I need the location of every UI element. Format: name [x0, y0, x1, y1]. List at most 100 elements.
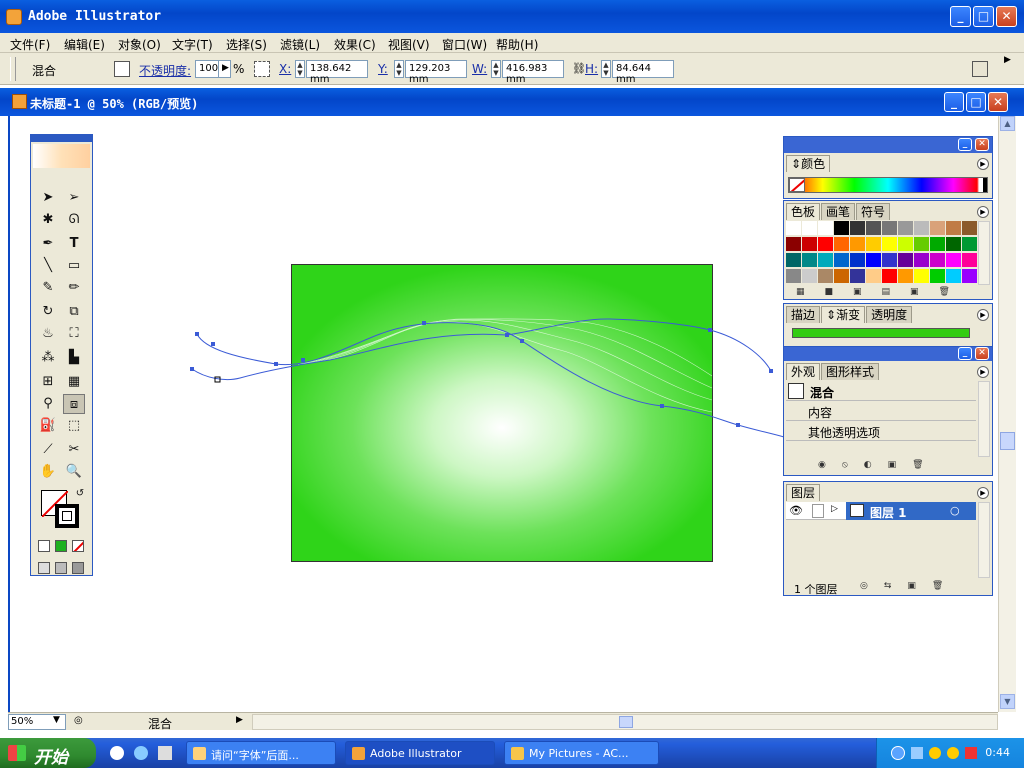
x-spinner-icon[interactable]: ▲ ▼: [295, 60, 305, 78]
color-swatch[interactable]: [914, 253, 929, 267]
doc-close-button[interactable]: ✕: [988, 92, 1008, 112]
color-swatch[interactable]: [930, 269, 945, 283]
opacity-dropdown-arrow-icon[interactable]: ▶: [218, 60, 231, 78]
color-swatch[interactable]: [914, 237, 929, 251]
hand-tool-icon[interactable]: ✋: [37, 462, 59, 482]
line-tool-icon[interactable]: ╲: [37, 256, 59, 276]
pencil-tool-icon[interactable]: ✏: [63, 278, 85, 298]
status-info-icon[interactable]: ◎: [74, 715, 83, 726]
tab-color[interactable]: ⇕颜色: [786, 155, 831, 172]
control-bar-grip[interactable]: [10, 57, 16, 81]
mesh-tool-icon[interactable]: ⊞: [37, 372, 59, 392]
vertical-scrollbar[interactable]: ▲ ▼: [998, 116, 1016, 712]
menu-window[interactable]: 窗口(W): [442, 36, 487, 53]
live-paint-bucket-tool-icon[interactable]: ⛽: [37, 416, 59, 436]
blend-tool-icon[interactable]: ⧈: [63, 394, 85, 414]
scroll-down-icon[interactable]: ▼: [1000, 694, 1015, 709]
swatches-panel-menu-icon[interactable]: ▶: [977, 206, 989, 218]
menu-filter[interactable]: 滤镜(L): [280, 36, 320, 53]
menu-select[interactable]: 选择(S): [226, 36, 267, 53]
close-button[interactable]: ✕: [996, 6, 1017, 27]
menu-effect[interactable]: 效果(C): [334, 36, 376, 53]
layer-row[interactable]: 👁 ▷ 图层 1 ○: [786, 502, 976, 520]
zoom-dropdown-icon[interactable]: ▼: [53, 715, 60, 725]
full-screen-menu-mode-icon[interactable]: [55, 562, 67, 574]
y-spinner-icon[interactable]: ▲ ▼: [394, 60, 404, 78]
tab-brushes[interactable]: 画笔: [821, 203, 856, 220]
control-bar-menu-icon[interactable]: ▶: [1004, 55, 1011, 65]
h-spinner-icon[interactable]: ▲ ▼: [601, 60, 611, 78]
w-label[interactable]: W:: [472, 62, 487, 76]
tab-appearance[interactable]: 外观: [786, 363, 821, 380]
color-swatch[interactable]: [866, 269, 881, 283]
color-swatch[interactable]: [818, 253, 833, 267]
gradient-tool-icon[interactable]: ▦: [63, 372, 85, 392]
layers-footer-icons[interactable]: ◎⇆▣🗑: [860, 581, 990, 595]
color-panel-minimize-button[interactable]: _: [958, 138, 972, 151]
tab-gradient[interactable]: ⇕渐变: [821, 306, 866, 323]
none-mode-icon[interactable]: [72, 540, 84, 552]
horizontal-scroll-thumb[interactable]: [619, 716, 633, 728]
color-swatch[interactable]: [866, 221, 881, 235]
warp-tool-icon[interactable]: ♨: [37, 324, 59, 344]
isolate-blend-icon[interactable]: [114, 61, 130, 77]
symbol-sprayer-tool-icon[interactable]: ⁂: [37, 348, 59, 368]
color-swatch[interactable]: [786, 253, 801, 267]
menu-view[interactable]: 视图(V): [388, 36, 430, 53]
standard-screen-mode-icon[interactable]: [38, 562, 50, 574]
layer-expand-icon[interactable]: ▷: [831, 504, 838, 514]
color-swatch[interactable]: [786, 237, 801, 251]
color-panel-close-button[interactable]: ✕: [975, 138, 989, 151]
horizontal-scrollbar[interactable]: [252, 714, 998, 730]
appearance-row-transparency[interactable]: 其他透明选项: [786, 422, 976, 441]
appearance-panel-close-button[interactable]: ✕: [975, 347, 989, 360]
color-swatch[interactable]: [898, 237, 913, 251]
layers-scrollbar[interactable]: [978, 502, 990, 578]
live-paint-selection-tool-icon[interactable]: ⬚: [63, 416, 85, 436]
tab-transparency[interactable]: 透明度: [866, 306, 913, 323]
stroke-swatch[interactable]: [55, 504, 79, 528]
appearance-row-contents[interactable]: 内容: [786, 402, 976, 421]
color-swatch[interactable]: [882, 221, 897, 235]
x-label[interactable]: X:: [279, 62, 291, 76]
x-input[interactable]: 138.642 mm: [306, 60, 368, 85]
color-swatch[interactable]: [850, 237, 865, 251]
reference-point-icon[interactable]: [254, 61, 270, 77]
start-button[interactable]: 开始: [0, 738, 96, 768]
scale-tool-icon[interactable]: ⧉: [63, 302, 85, 322]
scissors-tool-icon[interactable]: ✂: [63, 440, 85, 460]
y-label[interactable]: Y:: [378, 62, 388, 76]
swap-fill-stroke-icon[interactable]: ↺: [69, 484, 91, 504]
rectangle-tool-icon[interactable]: ▭: [63, 256, 85, 276]
color-swatch[interactable]: [930, 253, 945, 267]
appearance-panel-menu-icon[interactable]: ▶: [977, 366, 989, 378]
color-swatch[interactable]: [802, 269, 817, 283]
color-swatch[interactable]: [882, 237, 897, 251]
color-swatch[interactable]: [946, 269, 961, 283]
task-browser-question[interactable]: 请问“字体”后面...: [186, 741, 336, 765]
color-swatch[interactable]: [866, 253, 881, 267]
column-graph-tool-icon[interactable]: ▙: [63, 348, 85, 368]
paintbrush-tool-icon[interactable]: ✎: [37, 278, 59, 298]
color-swatch[interactable]: [882, 269, 897, 283]
color-swatch[interactable]: [850, 253, 865, 267]
status-menu-arrow-icon[interactable]: ▶: [236, 715, 243, 725]
layer-lock-icon[interactable]: [812, 504, 824, 518]
layers-panel-menu-icon[interactable]: ▶: [977, 487, 989, 499]
appearance-item-row[interactable]: 混合: [786, 381, 976, 401]
color-spectrum-bar[interactable]: [788, 177, 988, 193]
menu-help[interactable]: 帮助(H): [496, 36, 538, 53]
rotate-tool-icon[interactable]: ↻: [37, 302, 59, 322]
tray-qq2-icon[interactable]: [947, 747, 959, 759]
color-swatch[interactable]: [930, 237, 945, 251]
menu-object[interactable]: 对象(O): [118, 36, 161, 53]
zoom-tool-icon[interactable]: 🔍: [63, 462, 85, 482]
tab-layers[interactable]: 图层: [786, 484, 821, 501]
ie-browser-icon[interactable]: [134, 746, 148, 760]
media-player-icon[interactable]: [110, 746, 124, 760]
color-panel-menu-icon[interactable]: ▶: [977, 158, 989, 170]
color-swatch[interactable]: [834, 237, 849, 251]
slice-tool-icon[interactable]: ⟋: [37, 440, 59, 460]
color-swatch[interactable]: [834, 221, 849, 235]
color-swatch[interactable]: [946, 253, 961, 267]
